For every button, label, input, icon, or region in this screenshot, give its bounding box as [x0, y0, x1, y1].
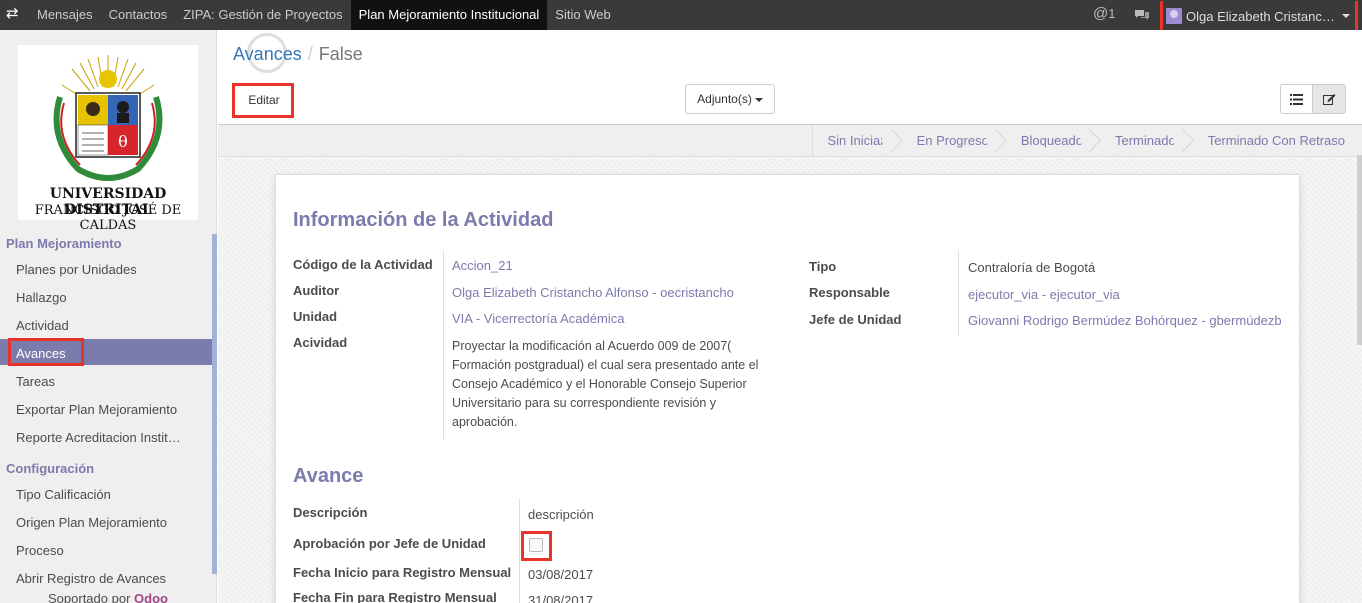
powered-prefix: Soportado por [48, 591, 131, 603]
form-sheet: Información de la Actividad Código de la… [275, 174, 1300, 603]
actividad-value: Proyectar la modificación al Acuerdo 009… [452, 339, 759, 429]
university-logo: θ UNIVERSIDAD DISTRITAL FRANCISCO JOSÉ D… [18, 45, 198, 233]
top-menu-sitio-web[interactable]: Sitio Web [547, 0, 618, 30]
column-divider [958, 251, 959, 336]
avatar [1166, 8, 1182, 24]
codigo-label: Código de la Actividad [293, 257, 433, 272]
control-panel: Avances / False Editar Adjunto(s) [218, 30, 1362, 125]
aprobacion-checkbox[interactable] [529, 538, 543, 552]
breadcrumb-separator: / [307, 44, 313, 64]
fecha-inicio-value: 03/08/2017 [528, 567, 594, 582]
sidebar-item-origen[interactable]: Origen Plan Mejoramiento [16, 515, 186, 530]
form-view-button[interactable] [1312, 84, 1346, 114]
stage-terminado-con-retraso[interactable]: Terminado Con Retraso [1188, 125, 1357, 157]
chat-icon[interactable] [1134, 9, 1150, 21]
university-seal-icon: θ [53, 55, 163, 181]
attachments-dropdown[interactable]: Adjunto(s) [685, 84, 775, 114]
stage-pipeline: Sin Iniciar En Progreso Bloqueado Termin… [812, 125, 1357, 157]
stage-terminado[interactable]: Terminado [1095, 125, 1188, 157]
breadcrumb-avances[interactable]: Avances [233, 44, 302, 64]
status-bar: Sin Iniciar En Progreso Bloqueado Termin… [218, 125, 1362, 157]
responsable-value[interactable]: ejecutor_via - ejecutor_via [968, 287, 1120, 302]
unidad-label: Unidad [293, 309, 338, 324]
sidebar-scrollbar[interactable] [212, 234, 217, 574]
responsable-label: Responsable [809, 285, 890, 300]
sidebar: θ UNIVERSIDAD DISTRITAL FRANCISCO JOSÉ D… [0, 30, 217, 603]
section-avance: Avance [293, 465, 364, 487]
top-menu-plan-mejoramiento[interactable]: Plan Mejoramiento Institucional [350, 0, 548, 30]
top-menu: Mensajes Contactos ZIPA: Gestión de Proy… [29, 0, 619, 30]
auditor-label: Auditor [293, 283, 340, 298]
odoo-link[interactable]: Odoo [134, 591, 168, 603]
mention-count: 1 [1108, 6, 1116, 21]
mentions-counter[interactable]: @1 [1093, 6, 1115, 22]
powered-by: Soportado por Odoo [48, 591, 168, 603]
list-icon [1290, 94, 1303, 105]
sidebar-item-proceso[interactable]: Proceso [16, 543, 186, 558]
sidebar-section-configuracion: Configuración [6, 461, 95, 476]
sidebar-item-reporte[interactable]: Reporte Acreditacion Institucional [16, 430, 181, 445]
top-menu-zipa[interactable]: ZIPA: Gestión de Proyectos [175, 0, 350, 30]
sidebar-item-tareas[interactable]: Tareas [16, 374, 186, 389]
actividad-label: Acividad [293, 335, 348, 350]
stage-bloqueado[interactable]: Bloqueado [1001, 125, 1095, 157]
aprobacion-label: Aprobación por Jefe de Unidad [293, 536, 486, 551]
top-menu-mensajes[interactable]: Mensajes [29, 0, 101, 30]
user-name: Olga Elizabeth Cristancho Alfonso [1186, 8, 1338, 24]
at-icon: @ [1093, 5, 1109, 22]
sidebar-item-actividad[interactable]: Actividad [16, 318, 186, 333]
unidad-value[interactable]: VIA - Vicerrectoría Académica [452, 311, 624, 326]
codigo-value[interactable]: Accion_21 [452, 258, 513, 273]
sidebar-item-planes[interactable]: Planes por Unidades [16, 262, 186, 277]
app-switcher-icon[interactable]: ⇄ [6, 5, 24, 23]
jefe-unidad-label: Jefe de Unidad [809, 312, 902, 327]
auditor-value[interactable]: Olga Elizabeth Cristancho Alfonso - oecr… [452, 285, 734, 300]
stage-en-progreso[interactable]: En Progreso [897, 125, 1001, 157]
user-menu[interactable]: Olga Elizabeth Cristancho Alfonso [1166, 5, 1354, 27]
chevron-down-icon [1342, 14, 1350, 18]
edit-button[interactable]: Editar [238, 88, 290, 113]
breadcrumb: Avances / False [233, 44, 363, 65]
breadcrumb-current: False [318, 44, 363, 64]
list-view-button[interactable] [1280, 84, 1313, 114]
top-navbar: ⇄ Mensajes Contactos ZIPA: Gestión de Pr… [0, 0, 1362, 36]
fecha-fin-value: 31/08/2017 [528, 593, 594, 603]
sidebar-item-avances-label: Avances [16, 346, 66, 361]
descripcion-label: Descripción [293, 505, 368, 520]
top-menu-contactos[interactable]: Contactos [101, 0, 176, 30]
tipo-label: Tipo [809, 259, 837, 274]
sidebar-item-abrir-registro[interactable]: Abrir Registro de Avances [16, 571, 186, 586]
jefe-unidad-value[interactable]: Giovanni Rodrigo Bermúdez Bohórquez - gb… [968, 313, 1282, 328]
logo-line2: FRANCISCO JOSÉ DE CALDAS [34, 203, 182, 233]
tipo-value: Contraloría de Bogotá [968, 260, 1096, 275]
chevron-down-icon [754, 97, 763, 102]
fecha-fin-label: Fecha Fin para Registro Mensual [293, 590, 497, 603]
main-content: Avances / False Editar Adjunto(s) Sin Inic… [218, 30, 1362, 603]
edit-icon [1322, 94, 1335, 105]
column-divider [519, 499, 520, 603]
fecha-inicio-label: Fecha Inicio para Registro Mensual [293, 565, 512, 580]
attachments-label: Adjunto(s) [697, 92, 752, 106]
sidebar-item-tipo-calificacion[interactable]: Tipo Calificación [16, 487, 186, 502]
main-scrollbar[interactable] [1357, 155, 1362, 345]
section-informacion-actividad: Información de la Actividad [293, 209, 554, 231]
stage-sin-iniciar[interactable]: Sin Iniciar [813, 125, 896, 157]
sidebar-section-plan: Plan Mejoramiento [6, 236, 122, 251]
svg-text:θ: θ [118, 132, 128, 151]
sidebar-item-exportar[interactable]: Exportar Plan Mejoramiento [16, 402, 181, 417]
sidebar-item-hallazgo[interactable]: Hallazgo [16, 290, 186, 305]
column-divider [443, 251, 444, 439]
descripcion-value: descripción [528, 507, 594, 522]
